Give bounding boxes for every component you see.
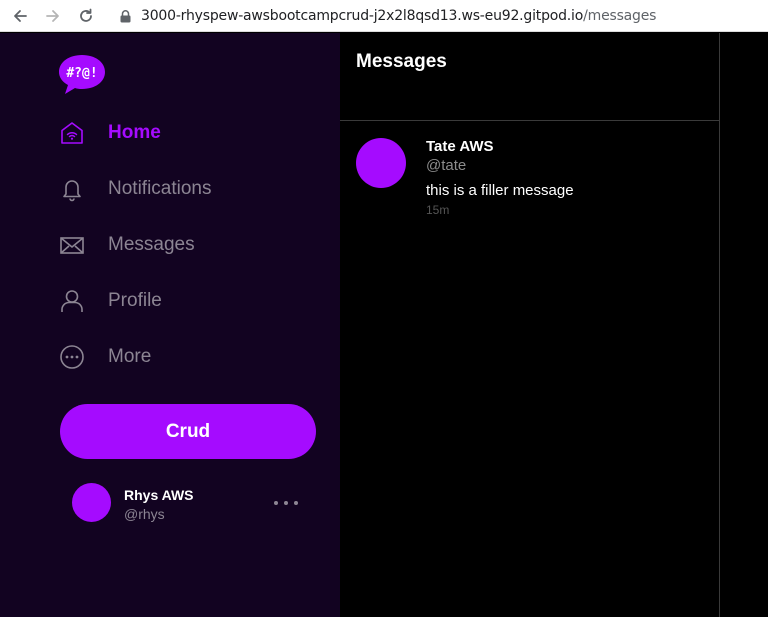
messages-header: Messages — [340, 33, 719, 121]
url-host: 3000-rhyspew-awsbootcampcrud-j2x2l8qsd13… — [141, 8, 584, 24]
browser-toolbar: 3000-rhyspew-awsbootcampcrud-j2x2l8qsd13… — [0, 0, 768, 32]
more-circle-icon — [58, 343, 86, 371]
nav-label-profile: Profile — [108, 290, 162, 311]
address-bar[interactable]: 3000-rhyspew-awsbootcampcrud-j2x2l8qsd13… — [116, 0, 656, 32]
avatar — [72, 483, 111, 522]
sidebar: #?@! Home Notifications Messages Profile… — [0, 33, 340, 617]
nav-label-more: More — [108, 346, 152, 367]
sender-display-name: Tate AWS — [426, 138, 494, 155]
forward-arrow-icon[interactable] — [43, 6, 63, 26]
nav-item-more[interactable]: More — [58, 339, 151, 375]
lock-icon — [116, 7, 134, 25]
page-title: Messages — [356, 51, 447, 72]
messages-panel: Messages Tate AWS @tate this is a filler… — [340, 33, 720, 617]
current-user[interactable]: Rhys AWS @rhys — [72, 483, 312, 523]
message-preview: this is a filler message — [426, 182, 574, 199]
nav-label-messages: Messages — [108, 234, 195, 255]
right-panel — [721, 33, 768, 617]
user-handle: @rhys — [124, 506, 165, 522]
url-path: /messages — [583, 8, 657, 24]
ellipsis-icon[interactable] — [274, 493, 298, 513]
nav-label-home: Home — [108, 122, 161, 143]
svg-text:#?@!: #?@! — [66, 66, 97, 81]
nav-item-notifications[interactable]: Notifications — [58, 171, 212, 207]
back-arrow-icon[interactable] — [10, 6, 30, 26]
app-logo[interactable]: #?@! — [58, 52, 110, 96]
envelope-icon — [58, 231, 86, 259]
nav-label-notifications: Notifications — [108, 178, 212, 199]
bell-icon — [58, 175, 86, 203]
nav-item-messages[interactable]: Messages — [58, 227, 195, 263]
sender-handle: @tate — [426, 157, 467, 174]
reload-icon[interactable] — [76, 6, 96, 26]
person-icon — [58, 287, 86, 315]
message-group-item[interactable]: Tate AWS @tate this is a filler message … — [340, 121, 719, 231]
crud-button[interactable]: Crud — [60, 404, 316, 459]
avatar — [356, 138, 406, 188]
nav-item-home[interactable]: Home — [58, 115, 161, 151]
user-display-name: Rhys AWS — [124, 487, 194, 503]
nav-item-profile[interactable]: Profile — [58, 283, 162, 319]
home-icon — [58, 119, 86, 147]
message-time: 15m — [426, 203, 450, 217]
